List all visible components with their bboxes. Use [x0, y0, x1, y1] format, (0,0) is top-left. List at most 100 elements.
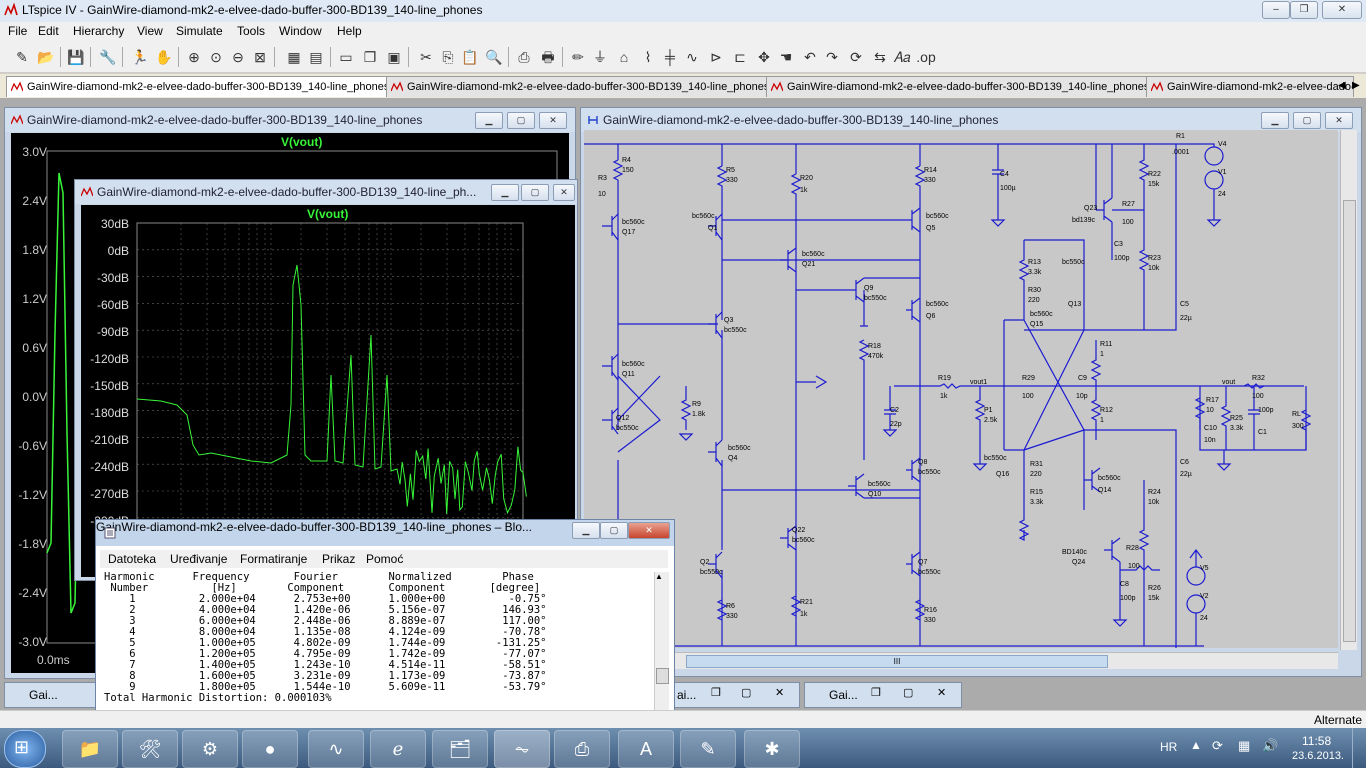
menu-help[interactable]: Help	[337, 24, 362, 38]
zoom-fit-icon[interactable]: ⊠	[250, 47, 270, 67]
ltspice-taskbar-icon[interactable]: ⏦	[494, 730, 550, 768]
tab-3[interactable]: GainWire-diamond-mk2-e-elvee-dado-buffer…	[766, 76, 1154, 97]
move-icon[interactable]: ✥	[754, 47, 774, 67]
ground-icon[interactable]: ⏚	[590, 47, 610, 67]
minimize-button[interactable]: ‒	[1262, 1, 1290, 19]
inductor-icon[interactable]: ∿	[682, 47, 702, 67]
tab-4[interactable]: GainWire-diamond-mk2-e-elvee-dado-buffer…	[1146, 76, 1354, 97]
close-icon[interactable]: ✕	[775, 686, 784, 699]
rotate-icon[interactable]: ⟳	[846, 47, 866, 67]
sync-icon[interactable]: ⟳	[1212, 738, 1223, 754]
cascade-icon[interactable]: ❐	[360, 47, 380, 67]
scrollbar-thumb[interactable]	[656, 668, 669, 684]
minimized-window-2[interactable]: ai... ❐ ▢ ✕	[674, 682, 800, 708]
clock-date[interactable]: 23.6.2013.	[1292, 750, 1344, 762]
cut-icon[interactable]: ✂	[416, 47, 436, 67]
menu-hierarchy[interactable]: Hierarchy	[73, 24, 124, 38]
maximize-icon[interactable]: ▢	[903, 686, 913, 699]
maximize-button[interactable]: ❐	[1290, 1, 1318, 19]
spice-directive-icon[interactable]: .op	[916, 47, 936, 67]
volume-icon[interactable]: 🔊	[1262, 738, 1278, 754]
minimize-button[interactable]: ▁	[491, 184, 519, 201]
paint-taskbar-icon[interactable]: ✱	[744, 730, 800, 768]
close-button[interactable]: ✕	[1325, 112, 1353, 129]
new-schematic-icon[interactable]: ✎	[12, 47, 32, 67]
menu-formatiranje[interactable]: Formatiranje	[240, 552, 307, 566]
scope-taskbar-icon[interactable]: ∿	[308, 730, 364, 768]
grid-icon[interactable]: ▤	[306, 47, 326, 67]
tool-taskbar-icon[interactable]: ⚙	[182, 730, 238, 768]
copy-icon[interactable]: ⎘	[438, 47, 458, 67]
close-icon[interactable]: ✕	[937, 686, 946, 699]
close-button[interactable]: ✕	[1322, 1, 1362, 19]
resistor-icon[interactable]: ⌇	[638, 47, 658, 67]
schematic-canvas[interactable]: R1 .0001 V4 V1 24 R4 150 R3 10 R5 330 R2…	[584, 130, 1338, 648]
tile-vertical-icon[interactable]: ▣	[384, 47, 404, 67]
log-text-area[interactable]: Harmonic Frequency Fourier Normalized Ph…	[104, 572, 652, 730]
menu-uredivanje[interactable]: Uređivanje	[170, 552, 227, 566]
pdf-taskbar-icon[interactable]: ⎙	[554, 730, 610, 768]
tab-2[interactable]: GainWire-diamond-mk2-e-elvee-dado-buffer…	[386, 76, 774, 97]
close-button[interactable]: ✕	[628, 522, 670, 539]
ie-taskbar-icon[interactable]: ℯ	[370, 730, 426, 768]
close-button[interactable]: ✕	[539, 112, 567, 129]
autorange-icon[interactable]: ▦	[284, 47, 304, 67]
network-icon[interactable]: ▦	[1238, 738, 1250, 754]
print-icon[interactable]: 🖶	[538, 47, 558, 67]
menu-pomoc[interactable]: Pomoć	[366, 552, 403, 566]
undo-icon[interactable]: ↶	[800, 47, 820, 67]
mirror-icon[interactable]: ⇆	[870, 47, 890, 67]
vertical-scrollbar[interactable]	[1340, 130, 1357, 650]
minimize-button[interactable]: ▁	[1261, 112, 1289, 129]
find-icon[interactable]: 🔍	[484, 47, 504, 67]
minimized-window-3[interactable]: Gai... ❐ ▢ ✕	[804, 682, 962, 708]
save-icon[interactable]: 💾	[66, 47, 86, 67]
restore-icon[interactable]: ❐	[711, 686, 721, 699]
halt-icon[interactable]: ✋	[154, 47, 174, 67]
paste-icon[interactable]: 📋	[460, 47, 480, 67]
maximize-button[interactable]: ▢	[1293, 112, 1321, 129]
menu-prikaz[interactable]: Prikaz	[322, 552, 355, 566]
close-button[interactable]: ✕	[553, 184, 575, 201]
menu-tools[interactable]: Tools	[237, 24, 265, 38]
text-icon[interactable]: 𝐴𝑎	[892, 47, 912, 67]
capacitor-icon[interactable]: ╪	[660, 47, 680, 67]
app-taskbar-icon[interactable]: 🛠	[122, 730, 178, 768]
zoom-in-icon[interactable]: ⊕	[184, 47, 204, 67]
maximize-button[interactable]: ▢	[521, 184, 549, 201]
label-net-icon[interactable]: ⌂	[614, 47, 634, 67]
run-icon[interactable]: 🏃	[130, 47, 150, 67]
tab-1[interactable]: GainWire-diamond-mk2-e-elvee-dado-buffer…	[6, 76, 394, 97]
show-desktop-button[interactable]	[1352, 728, 1366, 768]
menu-file[interactable]: File	[8, 24, 27, 38]
diode-icon[interactable]: ⊳	[706, 47, 726, 67]
open-icon[interactable]: 📂	[36, 47, 56, 67]
component-icon[interactable]: ⊏	[730, 47, 750, 67]
tab-scroll-left-icon[interactable]: ◀	[1338, 80, 1346, 91]
document-taskbar-icon[interactable]: A	[618, 730, 674, 768]
print-setup-icon[interactable]: ⎙	[514, 47, 534, 67]
scroll-up-icon[interactable]: ▲	[655, 572, 663, 581]
menu-simulate[interactable]: Simulate	[176, 24, 223, 38]
maximize-button[interactable]: ▢	[507, 112, 535, 129]
redo-icon[interactable]: ↷	[822, 47, 842, 67]
tab-scroll-right-icon[interactable]: ▶	[1352, 80, 1360, 91]
maximize-button[interactable]: ▢	[600, 522, 628, 539]
minimized-window-1[interactable]: Gai...	[4, 682, 98, 708]
menu-view[interactable]: View	[137, 24, 163, 38]
tile-horizontal-icon[interactable]: ▭	[336, 47, 356, 67]
start-button[interactable]: ⊞	[4, 730, 46, 768]
explorer-taskbar-icon[interactable]: 📁	[62, 730, 118, 768]
scrollbar-thumb[interactable]: III	[686, 655, 1108, 668]
zoom-out-icon[interactable]: ⊖	[228, 47, 248, 67]
menu-datoteka[interactable]: Datoteka	[108, 552, 156, 566]
vertical-scrollbar[interactable]: ▲	[654, 572, 669, 728]
menu-edit[interactable]: Edit	[38, 24, 59, 38]
restore-icon[interactable]: ❐	[871, 686, 881, 699]
language-indicator[interactable]: HR	[1160, 740, 1177, 754]
horizontal-scrollbar[interactable]: III	[584, 652, 1338, 669]
show-hidden-icons-icon[interactable]: ▲	[1190, 738, 1202, 752]
scrollbar-thumb[interactable]	[1343, 200, 1356, 642]
maximize-icon[interactable]: ▢	[741, 686, 751, 699]
minimize-button[interactable]: ▁	[572, 522, 600, 539]
